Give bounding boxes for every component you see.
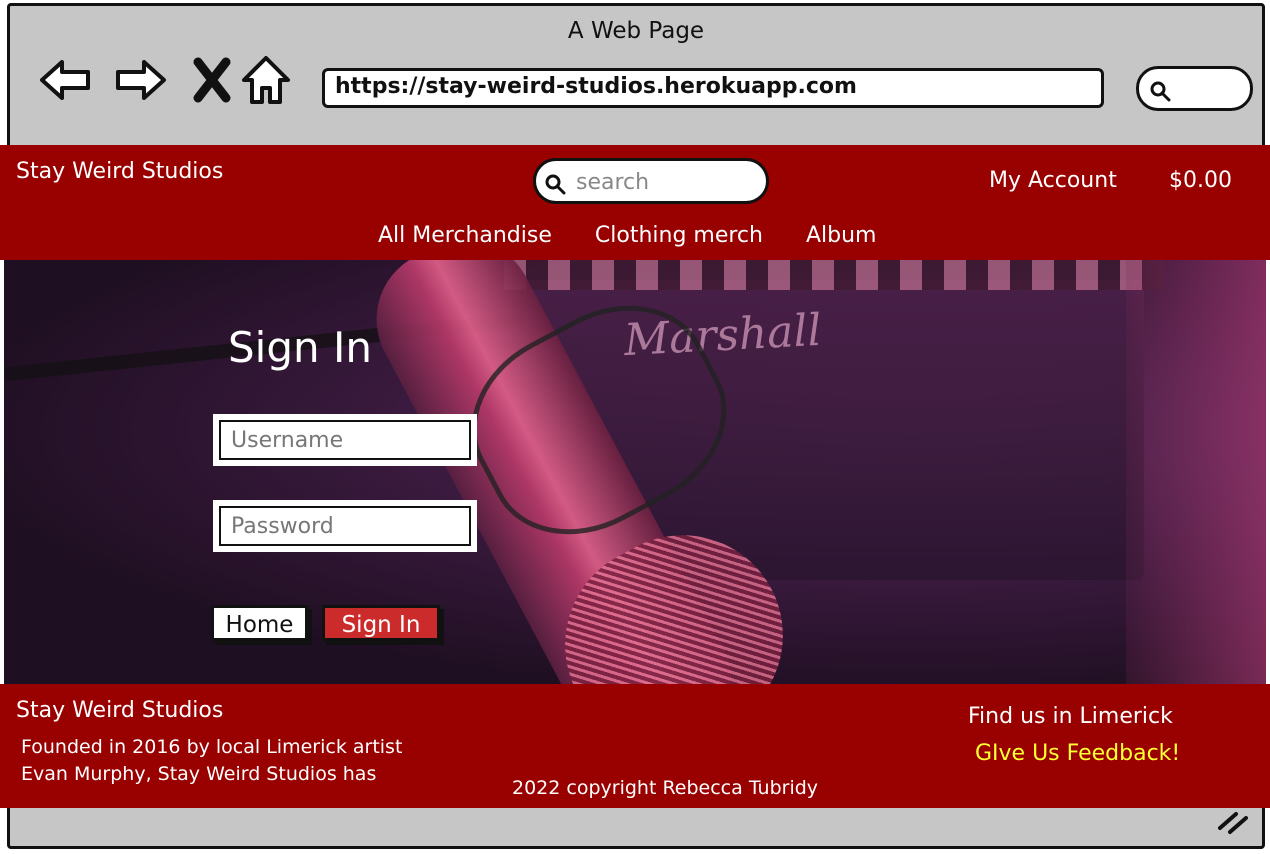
address-bar[interactable]: https://stay-weird-studios.herokuapp.com xyxy=(322,68,1104,108)
sign-in-button[interactable]: Sign In xyxy=(322,605,440,641)
home-icon[interactable] xyxy=(236,50,296,110)
site-footer: Stay Weird Studios Founded in 2016 by lo… xyxy=(0,684,1270,808)
forward-arrow-icon[interactable] xyxy=(110,50,170,110)
resize-handle-icon[interactable] xyxy=(1214,806,1252,836)
back-arrow-icon[interactable] xyxy=(36,50,96,110)
window-title: A Web Page xyxy=(567,18,705,44)
site-header: Stay Weird Studios My Account $0.00 All … xyxy=(0,145,1270,260)
site-brand[interactable]: Stay Weird Studios xyxy=(16,159,223,184)
bag-total[interactable]: $0.00 xyxy=(1169,168,1232,193)
username-input[interactable] xyxy=(219,420,471,460)
site-search-field[interactable] xyxy=(533,158,769,204)
home-button[interactable]: Home xyxy=(211,605,308,641)
find-us-link[interactable]: Find us in Limerick xyxy=(968,704,1173,729)
main-nav: All Merchandise Clothing merch Album xyxy=(378,223,913,248)
browser-search-field[interactable] xyxy=(1136,66,1253,111)
search-icon xyxy=(1150,81,1171,102)
site-search-input[interactable] xyxy=(574,165,758,199)
footer-about: Founded in 2016 by local Limerick artist… xyxy=(21,734,441,788)
footer-copyright: 2022 copyright Rebecca Tubridy xyxy=(512,777,819,799)
feedback-link[interactable]: GIve Us Feedback! xyxy=(975,741,1180,766)
password-field xyxy=(213,500,477,552)
footer-brand: Stay Weird Studios xyxy=(16,698,224,723)
close-icon[interactable] xyxy=(182,50,242,110)
search-icon xyxy=(545,174,566,195)
username-field xyxy=(213,414,477,466)
footer-about-line: Evan Murphy, Stay Weird Studios has xyxy=(21,763,377,785)
my-account-link[interactable]: My Account xyxy=(989,168,1117,193)
footer-about-line: Founded in 2016 by local Limerick artist xyxy=(21,736,403,758)
page-title: Sign In xyxy=(228,323,372,372)
password-input[interactable] xyxy=(219,506,471,546)
nav-all-merchandise[interactable]: All Merchandise xyxy=(378,223,552,248)
hero-background-image: Marshall xyxy=(4,260,1266,684)
nav-album[interactable]: Album xyxy=(806,223,877,248)
nav-clothing-merch[interactable]: Clothing merch xyxy=(595,223,763,248)
